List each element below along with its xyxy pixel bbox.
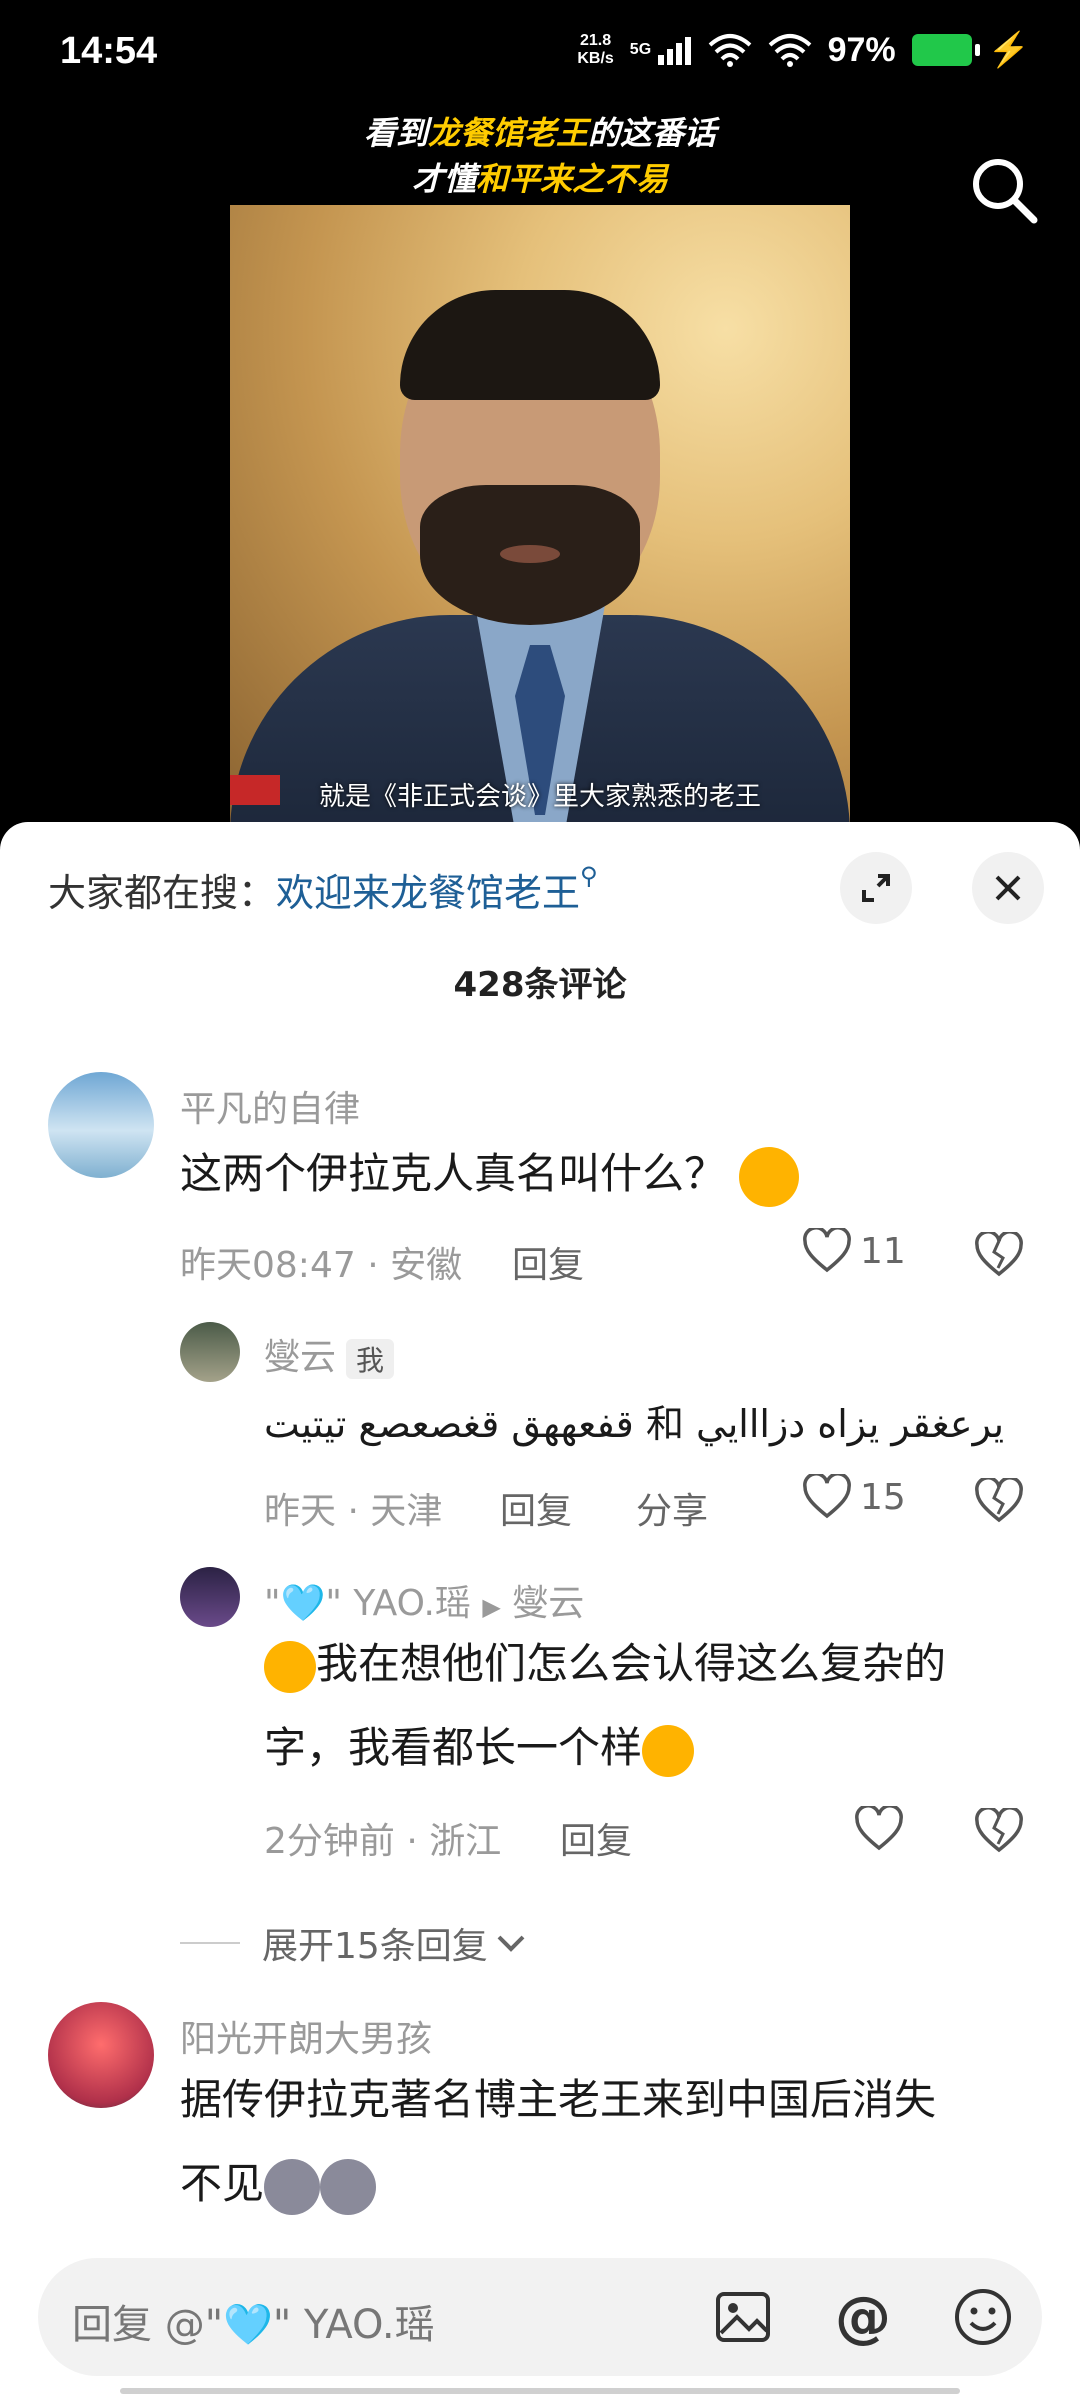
comment-author[interactable]: 燮云我 (264, 1328, 395, 1380)
smile-icon (955, 2289, 1011, 2345)
charging-icon: ⚡ (987, 31, 1030, 69)
search-icon[interactable] (964, 150, 1044, 230)
comment-text: قفعههق قغصعصع تيتيت 和 يرعغقر يزاه دزاااي… (264, 1402, 1005, 1446)
expand-icon (862, 874, 890, 902)
heart-icon (803, 1474, 851, 1519)
dislike-button[interactable] (974, 1230, 1024, 1282)
like-button[interactable]: 15 (802, 1474, 906, 1520)
reply-button[interactable]: 回复 (500, 1482, 572, 1534)
battery-percent: 97% (827, 30, 896, 69)
emoji-button[interactable] (948, 2282, 1018, 2352)
video-subtitle: 就是《非正式会谈》里大家熟悉的老王 (318, 782, 761, 812)
video-frame[interactable]: 就是《非正式会谈》里大家熟悉的老王 (230, 205, 850, 825)
crying-laughing-emoji-icon (642, 1724, 695, 1777)
reply-button[interactable]: 回复 (560, 1812, 632, 1864)
self-badge: 我 (346, 1339, 395, 1379)
like-count: 11 (860, 1230, 906, 1272)
avatar[interactable] (180, 1567, 240, 1627)
avatar[interactable] (48, 2002, 154, 2108)
laughing-emoji-icon (739, 1146, 800, 1207)
video-title: 看到龙餐馆老王的这番话 才懂和平来之不易 (363, 114, 717, 198)
share-button[interactable]: 分享 (636, 1482, 708, 1534)
trending-keyword-link[interactable]: 欢迎来龙餐馆老王 (276, 871, 580, 915)
husky-emoji-icon (264, 2158, 321, 2215)
heart-icon (855, 1806, 903, 1851)
close-icon (995, 875, 1021, 901)
like-count: 15 (860, 1476, 906, 1518)
chevron-down-icon (497, 1935, 525, 1952)
broken-heart-icon (975, 1806, 1023, 1853)
dislike-button[interactable] (974, 1806, 1024, 1858)
network-speed: 21.8 KB/s (577, 32, 614, 67)
trending-search[interactable]: 大家都在搜：欢迎来龙餐馆老王⚲ (48, 862, 598, 917)
avatar[interactable] (180, 1322, 240, 1382)
home-indicator (120, 2388, 960, 2394)
reply-button[interactable]: 回复 (512, 1236, 584, 1288)
clock: 14:54 (60, 30, 158, 72)
mention-button[interactable]: @ (828, 2282, 898, 2352)
signal-icon: 5G (630, 35, 692, 65)
reply-input[interactable]: 回复 @"🩵" YAO.瑶 @ (38, 2258, 1042, 2376)
expand-replies-button[interactable]: 展开15条回复 (180, 1917, 528, 1969)
reply-arrow-icon: ▶ (482, 1593, 501, 1621)
at-icon: @ (835, 2284, 891, 2350)
comment-sheet: 大家都在搜：欢迎来龙餐馆老王⚲ 428条评论 平凡的自律 这两个伊拉克人真名叫什… (0, 822, 1080, 2400)
comment-author[interactable]: 阳光开朗大男孩 (180, 2010, 432, 2062)
comment-meta: 2分钟前 · 浙江 (264, 1821, 502, 1862)
crying-laughing-emoji-icon (264, 1640, 316, 1693)
broken-heart-icon (975, 1476, 1023, 1523)
comment-meta: 昨天08:47 · 安徽 (180, 1245, 463, 1286)
husky-emoji-icon (320, 2158, 377, 2215)
status-bar: 14:54 21.8 KB/s 5G 97% ⚡ (0, 0, 1080, 110)
like-button[interactable] (854, 1806, 904, 1852)
image-icon (716, 2292, 770, 2342)
comment-count: 428条评论 (453, 965, 627, 1005)
dislike-button[interactable] (974, 1476, 1024, 1528)
search-icon: ⚲ (580, 862, 598, 890)
battery-icon (911, 34, 980, 66)
comment-author[interactable]: 平凡的自律 (180, 1080, 360, 1132)
image-button[interactable] (708, 2282, 778, 2352)
avatar[interactable] (48, 1072, 154, 1178)
expand-button[interactable] (840, 852, 912, 924)
wifi-icon (768, 34, 811, 67)
comment-author[interactable]: "🩵" YAO.瑶 ▶ 燮云 (264, 1574, 584, 1626)
like-button[interactable]: 11 (802, 1228, 906, 1274)
comment-meta: 昨天 · 天津 (264, 1491, 443, 1532)
comment-text: 据传伊拉克著名博主老王来到中国后消失 不见 (180, 2058, 936, 2226)
comment-text: 这两个伊拉克人真名叫什么？ (180, 1132, 800, 1216)
wifi-icon (708, 34, 751, 67)
reply-input-placeholder: 回复 @"🩵" YAO.瑶 (72, 2302, 435, 2348)
heart-icon (803, 1228, 851, 1273)
close-button[interactable] (972, 852, 1044, 924)
comment-text: 我在想他们怎么会认得这么复杂的 字，我看都长一个样 (264, 1622, 946, 1790)
broken-heart-icon (975, 1230, 1023, 1277)
